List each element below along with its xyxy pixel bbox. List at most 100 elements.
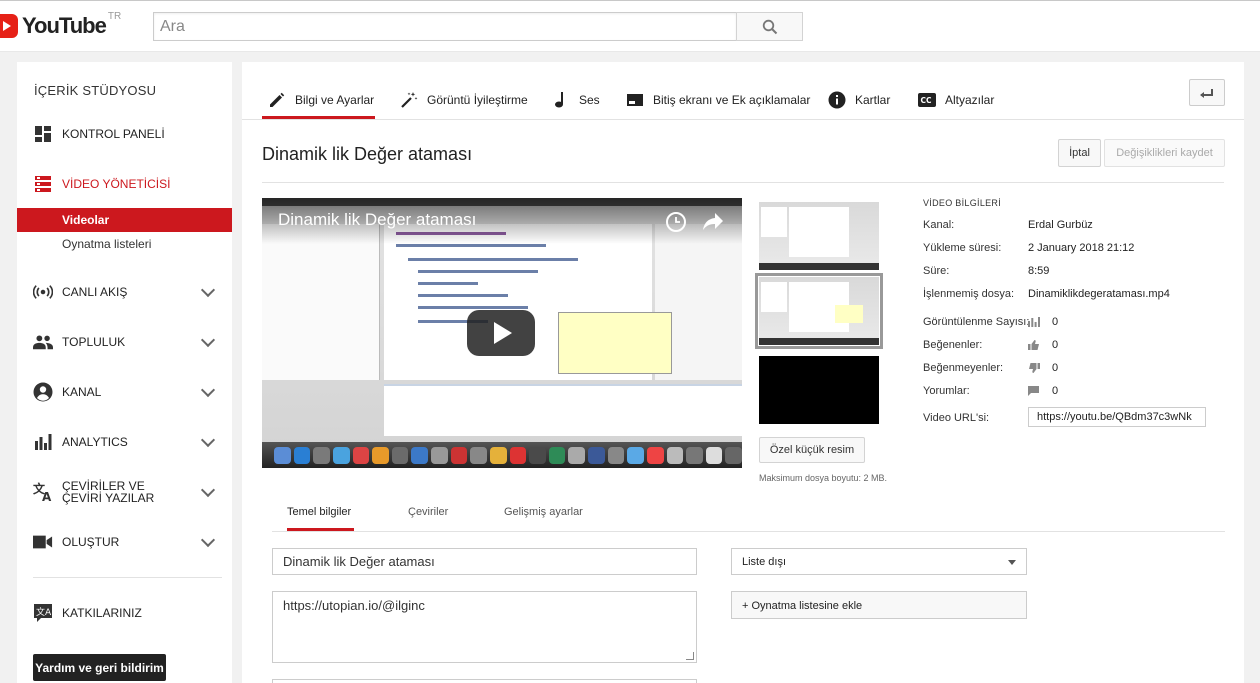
info-label-channel: Kanal:: [923, 219, 955, 231]
tab-label: Kartlar: [855, 93, 891, 107]
sidebar-item-community[interactable]: TOPLULUK: [17, 327, 232, 357]
sidebar-item-label: KANAL: [62, 385, 102, 399]
top-border: [0, 0, 1260, 1]
create-icon: [33, 532, 53, 552]
info-label-views: Görüntülenme Sayısı:: [923, 316, 1030, 328]
video-frame-dock: [262, 442, 742, 468]
code-line: [418, 306, 528, 309]
sidebar-item-analytics[interactable]: ANALYTICS: [17, 427, 232, 457]
video-player[interactable]: Dinamik lik Değer ataması: [262, 198, 742, 468]
title-input[interactable]: Dinamik lik Değer ataması: [272, 548, 697, 575]
code-line: [418, 294, 508, 297]
subtab-translations[interactable]: Çeviriler: [408, 506, 448, 530]
tab-info-settings[interactable]: Bilgi ve Ayarlar: [262, 82, 375, 119]
privacy-value: Liste dışı: [742, 556, 787, 568]
info-label-duration: Süre:: [923, 265, 950, 277]
video-url-field[interactable]: https://youtu.be/QBdm37c3wNk: [1028, 407, 1206, 427]
tab-label: Bilgi ve Ayarlar: [295, 93, 375, 107]
chevron-down-icon[interactable]: [200, 532, 216, 548]
sidebar-item-label: TOPLULUK: [62, 335, 126, 349]
tab-label: Altyazılar: [945, 93, 995, 107]
tab-subtitles[interactable]: CC Altyazılar: [918, 82, 994, 118]
sidebar-subitem-playlists[interactable]: Oynatma listeleri: [17, 232, 232, 256]
contributions-icon: 文A: [33, 603, 53, 623]
info-label-raw-file: İşlenmemiş dosya:: [923, 288, 1015, 300]
sidebar-subitem-videos[interactable]: Videolar: [17, 208, 232, 232]
sidebar-item-label: KATKILARINIZ: [62, 606, 142, 620]
logo-text: YouTube: [22, 13, 107, 38]
search-input[interactable]: Ara: [153, 12, 737, 41]
sidebar-item-label: CANLI AKIŞ: [62, 285, 128, 299]
sidebar-item-translations[interactable]: 文A ÇEVİRİLER VE ÇEVİRİ YAZILAR: [17, 477, 232, 507]
comments-count: 0: [1052, 385, 1059, 397]
subtab-basic-info[interactable]: Temel bilgiler: [287, 506, 354, 531]
video-frame-tooltip: [558, 312, 672, 374]
tags-input[interactable]: [272, 679, 697, 683]
info-value-channel: Erdal Gurbüz: [1028, 219, 1093, 231]
page-scrollbar[interactable]: [1252, 52, 1260, 683]
svg-text:A: A: [42, 490, 52, 502]
player-title[interactable]: Dinamik lik Değer ataması: [278, 210, 476, 230]
sidebar-item-label: KONTROL PANELİ: [62, 127, 165, 141]
info-label-video-url: Video URL'si:: [923, 412, 990, 424]
svg-text:CC: CC: [921, 96, 933, 105]
back-button[interactable]: [1189, 79, 1225, 106]
play-button[interactable]: [467, 310, 535, 356]
tabs-divider: [242, 119, 1244, 120]
thumbnail-option-3[interactable]: [759, 356, 879, 424]
chevron-down-icon[interactable]: [200, 282, 216, 298]
code-line: [418, 270, 538, 273]
chevron-down-icon[interactable]: [200, 382, 216, 398]
sidebar-item-label: ÇEVİRİLER VE ÇEVİRİ YAZILAR: [62, 479, 155, 505]
sidebar-item-channel[interactable]: KANAL: [17, 377, 232, 407]
sidebar-item-contributions[interactable]: 文A KATKILARINIZ: [17, 598, 232, 628]
chevron-down-icon[interactable]: [200, 482, 216, 498]
top-bar: YouTube TR Ara: [0, 0, 1260, 52]
save-changes-button[interactable]: Değişiklikleri kaydet: [1104, 139, 1225, 167]
tab-cards[interactable]: Kartlar: [828, 82, 890, 118]
cancel-button[interactable]: İptal: [1058, 139, 1101, 167]
end-screen-icon: [626, 91, 644, 109]
sidebar-item-label: ANALYTICS: [62, 435, 128, 449]
views-count: 0: [1052, 316, 1059, 328]
page-title: Dinamik lik Değer ataması: [262, 144, 473, 164]
subtabs-divider: [272, 531, 1225, 532]
wand-icon: [400, 91, 418, 109]
sidebar-item-dashboard[interactable]: KONTROL PANELİ: [17, 119, 232, 149]
description-textarea[interactable]: https://utopian.io/@ilginc: [272, 591, 697, 663]
subtab-advanced-settings[interactable]: Gelişmiş ayarlar: [504, 506, 583, 530]
code-line: [408, 258, 578, 261]
youtube-play-icon: [0, 14, 18, 38]
sidebar-item-label: OLUŞTUR: [62, 535, 120, 549]
share-icon[interactable]: [702, 210, 724, 232]
music-note-icon: [552, 91, 570, 109]
pencil-icon: [268, 91, 286, 109]
youtube-logo[interactable]: YouTube TR: [0, 11, 121, 39]
channel-icon: [33, 382, 53, 402]
sidebar-item-create[interactable]: OLUŞTUR: [17, 527, 232, 557]
info-label-likes: Beğenenler:: [923, 339, 983, 351]
video-frame-console: [384, 384, 742, 436]
add-to-playlist-button[interactable]: + Oynatma listesine ekle: [731, 591, 1027, 619]
thumbnail-option-1[interactable]: [759, 202, 879, 270]
video-info-heading: VİDEO BİLGİLERİ: [923, 198, 1002, 208]
privacy-select[interactable]: Liste dışı: [731, 548, 1027, 575]
watch-later-icon[interactable]: [666, 212, 686, 232]
sidebar-item-live[interactable]: CANLI AKIŞ: [17, 277, 232, 307]
search-button[interactable]: [736, 12, 803, 41]
help-feedback-button[interactable]: Yardım ve geri bildirim: [33, 654, 166, 681]
chevron-down-icon[interactable]: [200, 432, 216, 448]
info-icon: [828, 91, 846, 109]
live-icon: [33, 282, 53, 302]
custom-thumbnail-button[interactable]: Özel küçük resim: [759, 437, 865, 463]
tab-audio[interactable]: Ses: [552, 82, 600, 118]
sidebar-item-video-manager[interactable]: VİDEO YÖNETİCİSİ: [17, 169, 232, 199]
studio-sidebar: İÇERİK STÜDYOSU KONTROL PANELİ VİDEO YÖN…: [17, 62, 232, 683]
resize-handle-icon[interactable]: [686, 652, 694, 660]
chevron-down-icon[interactable]: [200, 332, 216, 348]
tab-end-screen[interactable]: Bitiş ekranı ve Ek açıklamalar: [626, 82, 810, 118]
description-text: https://utopian.io/@ilginc: [283, 598, 425, 613]
sidebar-item-label: VİDEO YÖNETİCİSİ: [62, 177, 171, 191]
thumbnail-option-2-selected[interactable]: [755, 273, 883, 349]
tab-enhancements[interactable]: Görüntü İyileştirme: [400, 82, 528, 118]
